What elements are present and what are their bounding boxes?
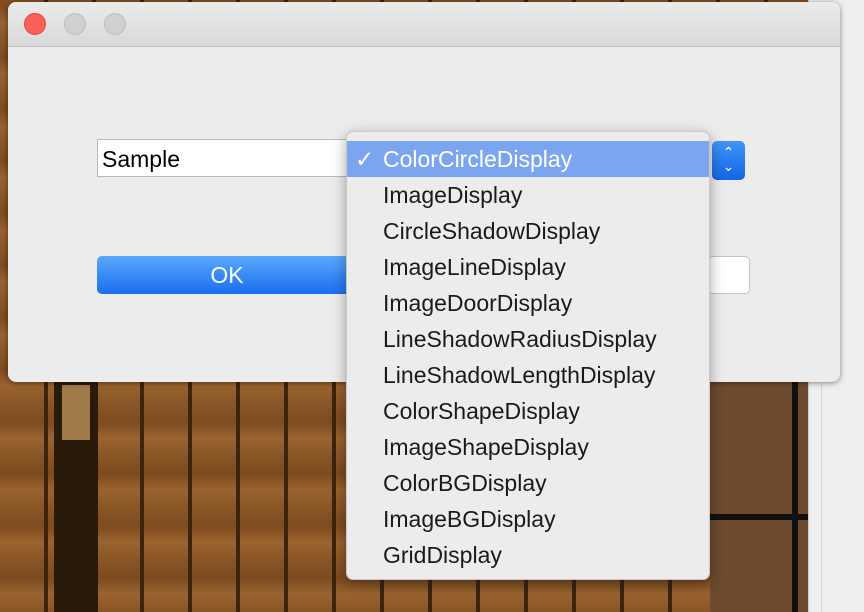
secondary-button[interactable]	[708, 256, 750, 294]
name-text-field[interactable]: Sample	[97, 139, 357, 177]
zoom-window-icon[interactable]	[104, 13, 126, 35]
menu-item[interactable]: ImageDoorDisplay	[347, 285, 709, 321]
menu-item-label: ColorShapeDisplay	[383, 398, 580, 424]
menu-item[interactable]: ImageShapeDisplay	[347, 429, 709, 465]
menu-item[interactable]: GridDisplay	[347, 537, 709, 573]
menu-item-label: ImageDisplay	[383, 182, 523, 208]
menu-item-label: ImageLineDisplay	[383, 254, 566, 280]
menu-item-label: ImageBGDisplay	[383, 506, 556, 532]
menu-item[interactable]: ✓ ColorCircleDisplay	[347, 141, 709, 177]
menu-item-label: ColorCircleDisplay	[383, 146, 573, 172]
menu-item-label: ImageDoorDisplay	[383, 290, 573, 316]
checkmark-icon: ✓	[355, 146, 375, 172]
menu-item-label: LineShadowRadiusDisplay	[383, 326, 657, 352]
menu-item-label: ImageShapeDisplay	[383, 434, 589, 460]
menu-item-label: LineShadowLengthDisplay	[383, 362, 656, 388]
menu-item[interactable]: LineShadowLengthDisplay	[347, 357, 709, 393]
menu-item[interactable]: ImageBGDisplay	[347, 501, 709, 537]
menu-item[interactable]: CircleShadowDisplay	[347, 213, 709, 249]
menu-item[interactable]: ImageLineDisplay	[347, 249, 709, 285]
menu-item[interactable]: ColorBGDisplay	[347, 465, 709, 501]
menu-item[interactable]: LineShadowRadiusDisplay	[347, 321, 709, 357]
chevron-down-icon: ⌄	[722, 158, 735, 174]
minimize-window-icon[interactable]	[64, 13, 86, 35]
display-type-dropdown-menu: ✓ ColorCircleDisplay ImageDisplay CircleSha…	[346, 131, 710, 580]
menu-item[interactable]: ImageDisplay	[347, 177, 709, 213]
menu-item-label: CircleShadowDisplay	[383, 218, 601, 244]
close-window-icon[interactable]	[24, 13, 46, 35]
background-beam-vertical	[792, 382, 798, 612]
menu-item[interactable]: ColorShapeDisplay	[347, 393, 709, 429]
title-bar[interactable]	[8, 2, 840, 47]
menu-item-label: ColorBGDisplay	[383, 470, 547, 496]
background-door-panel	[62, 385, 90, 440]
ok-button[interactable]: OK	[97, 256, 357, 294]
popup-chevron-icon[interactable]: ⌃ ⌄	[712, 141, 745, 180]
menu-item-label: GridDisplay	[383, 542, 502, 568]
